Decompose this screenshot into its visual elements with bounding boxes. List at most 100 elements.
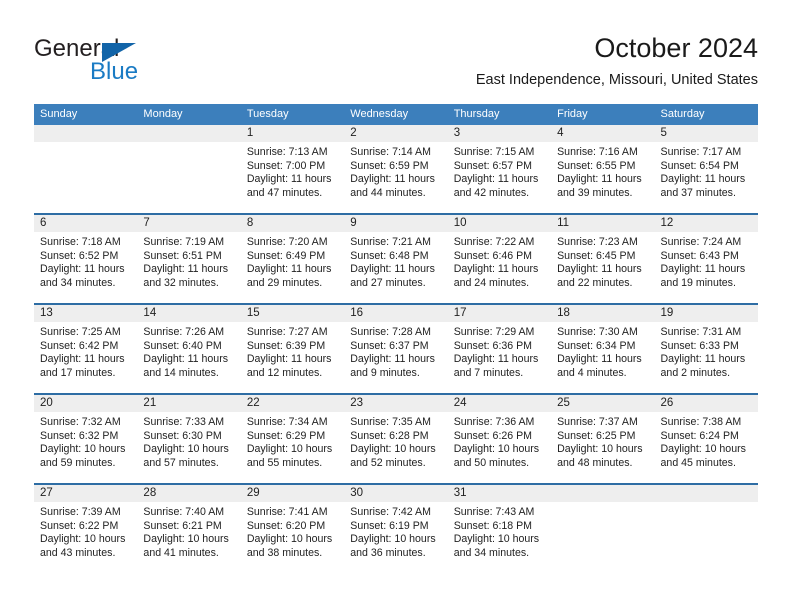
day-number: 14 xyxy=(137,305,241,322)
sunset-text: Sunset: 6:29 PM xyxy=(246,429,326,442)
daylight-text-line1: Daylight: 11 hours xyxy=(453,353,539,366)
daylight-text-line2: and 50 minutes. xyxy=(453,456,530,469)
day-cell[interactable]: 3 Sunrise: 7:15 AM Sunset: 6:57 PM Dayli… xyxy=(447,125,552,213)
daylight-text-line2: and 42 minutes. xyxy=(453,186,530,199)
weekday-header-tuesday: Tuesday xyxy=(246,108,289,120)
day-cell[interactable]: 12 Sunrise: 7:24 AM Sunset: 6:43 PM Dayl… xyxy=(654,215,758,303)
day-cell[interactable]: 1 Sunrise: 7:13 AM Sunset: 7:00 PM Dayli… xyxy=(240,125,345,213)
day-cell[interactable]: 31 Sunrise: 7:43 AM Sunset: 6:18 PM Dayl… xyxy=(447,485,552,573)
day-cell[interactable]: 8 Sunrise: 7:20 AM Sunset: 6:49 PM Dayli… xyxy=(240,215,345,303)
day-cell[interactable]: 7 Sunrise: 7:19 AM Sunset: 6:51 PM Dayli… xyxy=(137,215,241,303)
day-cell[interactable]: 5 Sunrise: 7:17 AM Sunset: 6:54 PM Dayli… xyxy=(654,125,758,213)
sunrise-text: Sunrise: 7:20 AM xyxy=(246,236,328,248)
day-details: Sunrise: 7:17 AM Sunset: 6:54 PM Dayligh… xyxy=(655,142,758,200)
day-cell[interactable]: 18 Sunrise: 7:30 AM Sunset: 6:34 PM Dayl… xyxy=(551,305,655,393)
sunset-text: Sunset: 6:21 PM xyxy=(143,519,222,532)
day-cell[interactable]: 14 Sunrise: 7:26 AM Sunset: 6:40 PM Dayl… xyxy=(137,305,241,393)
daylight-text-line2: and 55 minutes. xyxy=(246,456,323,469)
daylight-text-line2: and 36 minutes. xyxy=(350,546,426,559)
day-cell[interactable]: 11 Sunrise: 7:23 AM Sunset: 6:45 PM Dayl… xyxy=(551,215,655,303)
day-cell[interactable]: 6 Sunrise: 7:18 AM Sunset: 6:52 PM Dayli… xyxy=(34,215,138,303)
title-block: October 2024 East Independence, Missouri… xyxy=(476,32,758,90)
daylight-text-line1: Daylight: 11 hours xyxy=(453,263,539,276)
day-number: 19 xyxy=(654,305,758,322)
day-number: 5 xyxy=(654,125,758,142)
daylight-text-line1: Daylight: 11 hours xyxy=(557,263,642,276)
weekday-header-monday: Monday xyxy=(143,108,183,120)
daylight-text-line1: Daylight: 11 hours xyxy=(143,353,229,366)
day-cell[interactable]: 26 Sunrise: 7:38 AM Sunset: 6:24 PM Dayl… xyxy=(654,395,758,483)
weekday-header-row: Sunday Monday Tuesday Wednesday Thursday… xyxy=(34,104,758,125)
day-cell[interactable] xyxy=(137,125,241,213)
day-number: 26 xyxy=(654,395,758,412)
daylight-text-line2: and 38 minutes. xyxy=(246,546,323,559)
sunset-text: Sunset: 6:37 PM xyxy=(350,339,429,352)
sunrise-text: Sunrise: 7:27 AM xyxy=(246,326,328,338)
daylight-text-line1: Daylight: 11 hours xyxy=(350,173,435,186)
day-details: Sunrise: 7:13 AM Sunset: 7:00 PM Dayligh… xyxy=(241,142,344,200)
day-cell[interactable]: 23 Sunrise: 7:35 AM Sunset: 6:28 PM Dayl… xyxy=(344,395,448,483)
daylight-text-line2: and 41 minutes. xyxy=(143,546,219,559)
day-cell[interactable] xyxy=(654,485,758,573)
day-cell[interactable]: 24 Sunrise: 7:36 AM Sunset: 6:26 PM Dayl… xyxy=(447,395,552,483)
day-details: Sunrise: 7:22 AM Sunset: 6:46 PM Dayligh… xyxy=(448,232,551,290)
day-cell[interactable]: 16 Sunrise: 7:28 AM Sunset: 6:37 PM Dayl… xyxy=(344,305,448,393)
daylight-text-line1: Daylight: 11 hours xyxy=(40,353,125,366)
daylight-text-line1: Daylight: 10 hours xyxy=(143,443,229,456)
page-subtitle-location: East Independence, Missouri, United Stat… xyxy=(475,72,758,88)
day-number: 10 xyxy=(447,215,552,232)
day-cell[interactable]: 17 Sunrise: 7:29 AM Sunset: 6:36 PM Dayl… xyxy=(447,305,552,393)
daylight-text-line1: Daylight: 11 hours xyxy=(246,263,332,276)
sunset-text: Sunset: 6:32 PM xyxy=(40,429,119,442)
day-number xyxy=(34,125,138,142)
day-cell[interactable]: 10 Sunrise: 7:22 AM Sunset: 6:46 PM Dayl… xyxy=(447,215,552,303)
day-cell[interactable]: 25 Sunrise: 7:37 AM Sunset: 6:25 PM Dayl… xyxy=(551,395,655,483)
day-cell[interactable] xyxy=(551,485,655,573)
sunset-text: Sunset: 6:39 PM xyxy=(246,339,326,352)
day-cell[interactable]: 22 Sunrise: 7:34 AM Sunset: 6:29 PM Dayl… xyxy=(240,395,345,483)
day-cell[interactable]: 29 Sunrise: 7:41 AM Sunset: 6:20 PM Dayl… xyxy=(240,485,345,573)
day-details: Sunrise: 7:24 AM Sunset: 6:43 PM Dayligh… xyxy=(655,232,758,290)
day-details: Sunrise: 7:20 AM Sunset: 6:49 PM Dayligh… xyxy=(241,232,344,290)
day-number: 12 xyxy=(654,215,758,232)
day-number xyxy=(654,485,758,502)
daylight-text-line1: Daylight: 11 hours xyxy=(350,263,435,276)
day-cell[interactable]: 20 Sunrise: 7:32 AM Sunset: 6:32 PM Dayl… xyxy=(34,395,138,483)
sunrise-text: Sunrise: 7:14 AM xyxy=(350,146,431,158)
daylight-text-line2: and 37 minutes. xyxy=(660,186,736,199)
sunrise-text: Sunrise: 7:41 AM xyxy=(246,506,328,518)
day-cell[interactable] xyxy=(34,125,138,213)
daylight-text-line2: and 29 minutes. xyxy=(246,276,323,289)
week-row: 20 Sunrise: 7:32 AM Sunset: 6:32 PM Dayl… xyxy=(34,393,758,483)
day-cell[interactable]: 4 Sunrise: 7:16 AM Sunset: 6:55 PM Dayli… xyxy=(551,125,655,213)
sunset-text: Sunset: 6:30 PM xyxy=(143,429,222,442)
day-cell[interactable]: 9 Sunrise: 7:21 AM Sunset: 6:48 PM Dayli… xyxy=(344,215,448,303)
day-cell[interactable]: 2 Sunrise: 7:14 AM Sunset: 6:59 PM Dayli… xyxy=(344,125,448,213)
sunrise-text: Sunrise: 7:35 AM xyxy=(350,416,431,428)
day-number: 25 xyxy=(551,395,655,412)
day-number: 22 xyxy=(240,395,345,412)
sunset-text: Sunset: 6:22 PM xyxy=(40,519,119,532)
day-number: 29 xyxy=(240,485,345,502)
day-cell[interactable]: 15 Sunrise: 7:27 AM Sunset: 6:39 PM Dayl… xyxy=(240,305,345,393)
day-cell[interactable]: 30 Sunrise: 7:42 AM Sunset: 6:19 PM Dayl… xyxy=(344,485,448,573)
day-details: Sunrise: 7:43 AM Sunset: 6:18 PM Dayligh… xyxy=(448,502,551,560)
day-cell[interactable]: 27 Sunrise: 7:39 AM Sunset: 6:22 PM Dayl… xyxy=(34,485,138,573)
weekday-header-thursday: Thursday xyxy=(453,108,500,120)
day-cell[interactable]: 19 Sunrise: 7:31 AM Sunset: 6:33 PM Dayl… xyxy=(654,305,758,393)
daylight-text-line1: Daylight: 11 hours xyxy=(660,263,746,276)
day-cell[interactable]: 28 Sunrise: 7:40 AM Sunset: 6:21 PM Dayl… xyxy=(137,485,241,573)
daylight-text-line2: and 14 minutes. xyxy=(143,366,219,379)
daylight-text-line1: Daylight: 11 hours xyxy=(557,173,642,186)
sunrise-text: Sunrise: 7:33 AM xyxy=(143,416,225,428)
weekday-header-sunday: Sunday xyxy=(40,108,78,120)
sunset-text: Sunset: 6:36 PM xyxy=(453,339,533,352)
daylight-text-line2: and 4 minutes. xyxy=(557,366,627,379)
day-cell[interactable]: 21 Sunrise: 7:33 AM Sunset: 6:30 PM Dayl… xyxy=(137,395,241,483)
sunrise-text: Sunrise: 7:42 AM xyxy=(350,506,431,518)
daylight-text-line2: and 39 minutes. xyxy=(557,186,633,199)
day-details: Sunrise: 7:21 AM Sunset: 6:48 PM Dayligh… xyxy=(344,232,447,290)
general-blue-logo[interactable]: General Blue xyxy=(34,36,174,88)
day-details: Sunrise: 7:39 AM Sunset: 6:22 PM Dayligh… xyxy=(34,502,137,560)
day-cell[interactable]: 13 Sunrise: 7:25 AM Sunset: 6:42 PM Dayl… xyxy=(34,305,138,393)
